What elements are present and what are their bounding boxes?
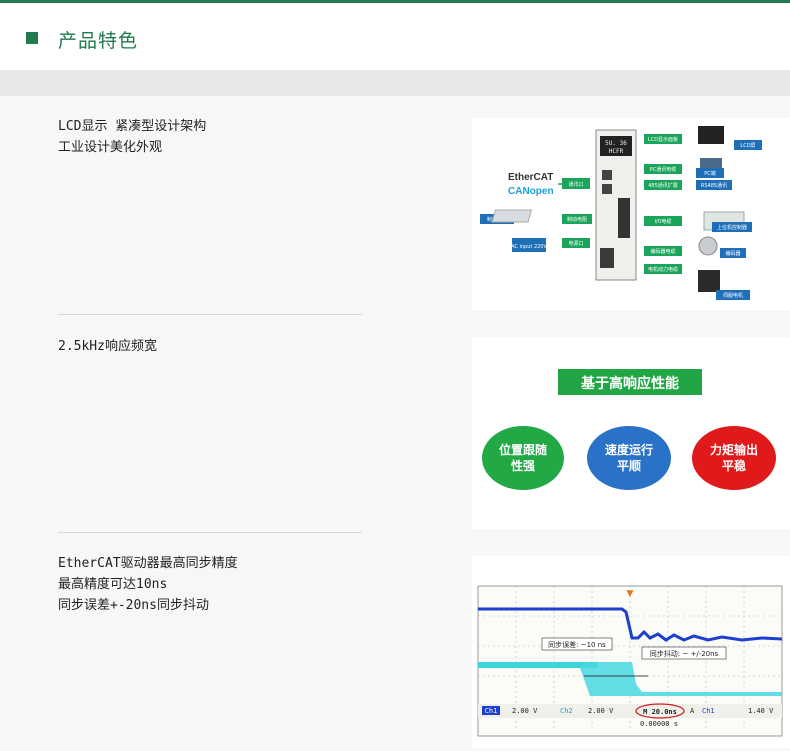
divider-2 xyxy=(58,532,362,533)
header-square-icon xyxy=(26,32,38,44)
circle-speed xyxy=(587,426,671,490)
svg-text:力矩输出: 力矩输出 xyxy=(710,442,758,457)
oscilloscope-panel: ▼ 同步误差: ~10 ns 同步抖动: ~ +/-20ns Ch1 2.00 … xyxy=(472,556,790,748)
lcd-screen-image xyxy=(698,126,724,144)
performance-banner-text: 基于高响应性能 xyxy=(581,375,679,392)
divider-1 xyxy=(58,314,362,315)
encoder-image xyxy=(698,236,718,256)
svg-text:同步抖动: ~ +/-20ns: 同步抖动: ~ +/-20ns xyxy=(650,649,719,658)
svg-text:2.00 V: 2.00 V xyxy=(512,707,538,715)
feature-3-text: EtherCAT驱动器最高同步精度 最高精度可达10ns 同步误差+-20ns同… xyxy=(58,553,238,616)
trigger-time: 0.00000 s xyxy=(640,720,678,728)
svg-text:M 20.0ns: M 20.0ns xyxy=(643,708,677,716)
svg-text:5U. 36: 5U. 36 xyxy=(605,140,627,147)
ethercat-logo: EtherCAT xyxy=(508,172,553,183)
svg-text:LCD显示面板: LCD显示面板 xyxy=(648,136,678,143)
feature-2-text: 2.5kHz响应频宽 xyxy=(58,336,157,357)
svg-text:RS485通讯: RS485通讯 xyxy=(701,182,727,189)
drive-terminal xyxy=(600,248,614,268)
svg-text:通讯口: 通讯口 xyxy=(568,181,583,188)
svg-text:AC input 220V: AC input 220V xyxy=(511,244,547,250)
trigger-marker-icon: ▼ xyxy=(627,589,634,599)
svg-text:Ch1: Ch1 xyxy=(485,707,498,715)
section-header: 产品特色 xyxy=(0,3,790,70)
servo-motor-image xyxy=(698,270,720,292)
drive-port-1 xyxy=(602,170,612,180)
svg-text:编码器电缆: 编码器电缆 xyxy=(650,248,675,255)
section-gap xyxy=(0,70,790,96)
svg-text:Ch1: Ch1 xyxy=(702,707,715,715)
ch2-high-level xyxy=(478,662,598,668)
svg-text:1.40 V: 1.40 V xyxy=(748,707,774,715)
circle-torque xyxy=(692,426,776,490)
svg-text:电源口: 电源口 xyxy=(568,240,583,247)
feature-2-line-1: 2.5kHz响应频宽 xyxy=(58,339,157,354)
canopen-logo: CANopen xyxy=(508,186,554,197)
svg-text:PC通讯电缆: PC通讯电缆 xyxy=(650,166,677,173)
svg-text:2.00 V: 2.00 V xyxy=(588,707,614,715)
svg-text:位置跟随: 位置跟随 xyxy=(499,442,547,457)
svg-text:I/O电缆: I/O电缆 xyxy=(654,218,671,225)
svg-text:性强: 性强 xyxy=(510,458,535,473)
svg-text:上位机控制器: 上位机控制器 xyxy=(717,224,747,231)
svg-text:编码器: 编码器 xyxy=(725,250,740,257)
svg-text:HCFR: HCFR xyxy=(609,148,624,155)
performance-graphic: 基于高响应性能 位置跟随 性强 速度运行 平顺 力矩输出 平稳 xyxy=(482,369,776,490)
svg-text:平顺: 平顺 xyxy=(617,458,641,473)
feature-3-line-2: 最高精度可达10ns xyxy=(58,577,168,592)
section-title: 产品特色 xyxy=(58,30,139,52)
resistor-image xyxy=(491,209,532,223)
svg-text:Ch2: Ch2 xyxy=(560,707,573,715)
drive-io-port xyxy=(618,198,630,238)
svg-text:同步误差: ~10 ns: 同步误差: ~10 ns xyxy=(548,640,606,649)
svg-text:PC端: PC端 xyxy=(704,170,716,177)
circle-position xyxy=(482,426,564,490)
svg-text:LCD屏: LCD屏 xyxy=(740,143,755,149)
svg-text:伺服电机: 伺服电机 xyxy=(723,292,743,299)
feature-1-text: LCD显示 紧凑型设计架构 工业设计美化外观 xyxy=(58,116,206,158)
drive-port-2 xyxy=(602,184,612,194)
svg-text:电机动力电缆: 电机动力电缆 xyxy=(648,266,678,273)
feature-3-line-3: 同步误差+-20ns同步抖动 xyxy=(58,598,209,613)
svg-text:平稳: 平稳 xyxy=(722,458,746,473)
performance-panel: 基于高响应性能 位置跟随 性强 速度运行 平顺 力矩输出 平稳 xyxy=(472,337,790,529)
svg-text:485通讯扩展: 485通讯扩展 xyxy=(648,182,678,189)
feature-1-line-1: LCD显示 紧凑型设计架构 xyxy=(58,119,207,134)
feature-1-line-2: 工业设计美化外观 xyxy=(58,140,163,155)
connection-diagram-panel: EtherCAT CANopen 通讯口 制动电阻 制动电阻 AC input … xyxy=(472,118,790,310)
svg-text:速度运行: 速度运行 xyxy=(605,442,653,457)
svg-text:制动电阻: 制动电阻 xyxy=(567,216,587,223)
oscilloscope-screenshot: ▼ 同步误差: ~10 ns 同步抖动: ~ +/-20ns Ch1 2.00 … xyxy=(477,585,783,737)
feature-3-line-1: EtherCAT驱动器最高同步精度 xyxy=(58,556,238,571)
connection-diagram: EtherCAT CANopen 通讯口 制动电阻 制动电阻 AC input … xyxy=(480,126,762,300)
